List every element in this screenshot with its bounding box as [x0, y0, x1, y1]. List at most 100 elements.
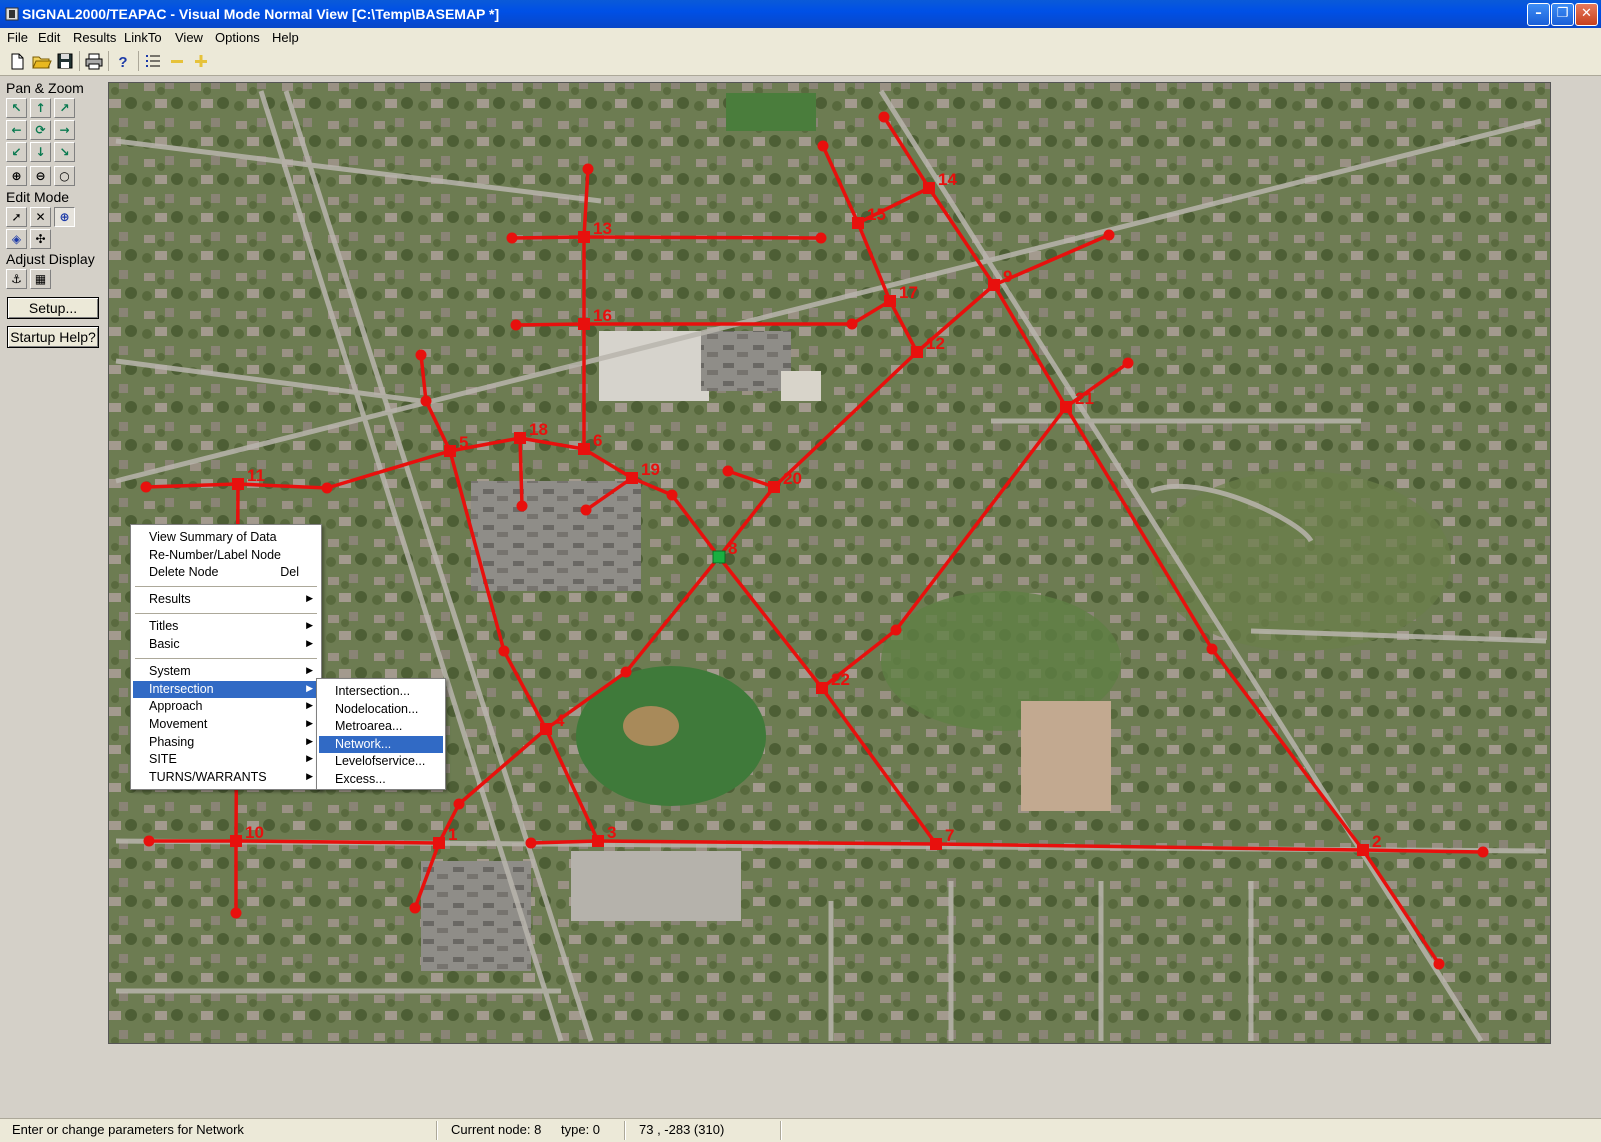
- minimize-button[interactable]: –: [1527, 3, 1550, 26]
- link-endpoint[interactable]: [582, 163, 594, 175]
- menu-item-excess[interactable]: Excess...: [319, 771, 443, 788]
- node-12[interactable]: [911, 346, 923, 358]
- menu-item-delete-node[interactable]: Delete Node Del: [133, 564, 319, 581]
- link-endpoint[interactable]: [525, 837, 537, 849]
- link-endpoint[interactable]: [846, 318, 858, 330]
- menu-item-network[interactable]: Network...: [319, 735, 443, 753]
- zoom-out-icon[interactable]: ⊖: [30, 166, 51, 186]
- node-14[interactable]: [923, 182, 935, 194]
- menu-options[interactable]: Options: [215, 30, 260, 45]
- node-11[interactable]: [232, 478, 244, 490]
- link-endpoint[interactable]: [722, 465, 734, 477]
- zoom-in-icon[interactable]: ⊕: [6, 166, 27, 186]
- menu-item-turns-warrants[interactable]: TURNS/WARRANTS ▶: [133, 769, 319, 786]
- network-link[interactable]: [530, 839, 599, 845]
- menu-item-intersection[interactable]: Intersection ▶: [133, 680, 319, 698]
- link-endpoint[interactable]: [815, 232, 827, 244]
- link-endpoint[interactable]: [1103, 229, 1115, 241]
- menu-item-metroarea[interactable]: Metroarea...: [319, 718, 443, 735]
- close-button[interactable]: ✕: [1575, 3, 1598, 26]
- menu-item-titles[interactable]: Titles ▶: [133, 618, 319, 635]
- link-endpoint[interactable]: [230, 907, 242, 919]
- node-10[interactable]: [230, 835, 242, 847]
- link-endpoint[interactable]: [453, 798, 465, 810]
- link-endpoint[interactable]: [506, 232, 518, 244]
- help-icon[interactable]: ?: [112, 51, 134, 71]
- menu-item-site[interactable]: SITE ▶: [133, 751, 319, 768]
- network-link[interactable]: [235, 839, 440, 845]
- node-21[interactable]: [1060, 401, 1072, 413]
- link-endpoint[interactable]: [415, 349, 427, 361]
- link-tool-icon[interactable]: ✕: [30, 207, 51, 227]
- pan-up-right-icon[interactable]: ↗: [54, 98, 75, 118]
- pan-down-left-icon[interactable]: ↙: [6, 142, 27, 162]
- menu-item-phasing[interactable]: Phasing ▶: [133, 734, 319, 751]
- open-folder-icon[interactable]: [30, 51, 52, 71]
- link-endpoint[interactable]: [1477, 846, 1489, 858]
- zoom-fit-icon[interactable]: ○: [54, 166, 75, 186]
- node-2[interactable]: [1357, 844, 1369, 856]
- plus-icon[interactable]: [190, 51, 212, 71]
- link-endpoint[interactable]: [878, 111, 890, 123]
- node-1[interactable]: [433, 837, 445, 849]
- node-17[interactable]: [884, 295, 896, 307]
- pan-down-right-icon[interactable]: ↘: [54, 142, 75, 162]
- pan-down-icon[interactable]: ↓: [30, 142, 51, 162]
- link-endpoint[interactable]: [143, 835, 155, 847]
- print-icon[interactable]: [83, 51, 105, 71]
- node-5[interactable]: [444, 445, 456, 457]
- pan-right-icon[interactable]: →: [54, 120, 75, 140]
- new-file-icon[interactable]: [6, 51, 28, 71]
- menu-item-approach[interactable]: Approach ▶: [133, 698, 319, 715]
- node-9[interactable]: [988, 279, 1000, 291]
- menu-item-levelofservice[interactable]: Levelofservice...: [319, 753, 443, 770]
- link-endpoint[interactable]: [409, 902, 421, 914]
- node-19[interactable]: [626, 472, 638, 484]
- network-link[interactable]: [518, 437, 524, 507]
- node-8[interactable]: [712, 550, 726, 564]
- link-endpoint[interactable]: [580, 504, 592, 516]
- zoom-select-icon[interactable]: ⊕: [54, 207, 75, 227]
- menu-item-results[interactable]: Results ▶: [133, 591, 319, 608]
- startup-help-button[interactable]: Startup Help?: [7, 326, 99, 348]
- menu-item-movement[interactable]: Movement ▶: [133, 716, 319, 733]
- pan-up-icon[interactable]: ↑: [30, 98, 51, 118]
- menu-results[interactable]: Results: [73, 30, 116, 45]
- intersection-submenu[interactable]: Intersection... Nodelocation... Metroarea.…: [316, 678, 446, 790]
- link-endpoint[interactable]: [140, 481, 152, 493]
- menu-item-view-summary-of-data[interactable]: View Summary of Data: [133, 529, 319, 546]
- recenter-icon[interactable]: ⟳: [30, 120, 51, 140]
- node-3[interactable]: [592, 835, 604, 847]
- link-endpoint[interactable]: [1122, 357, 1134, 369]
- network-link[interactable]: [515, 322, 585, 327]
- node-20[interactable]: [768, 481, 780, 493]
- restore-button[interactable]: ❐: [1551, 3, 1574, 26]
- link-endpoint[interactable]: [510, 319, 522, 331]
- link-endpoint[interactable]: [516, 500, 528, 512]
- menu-linkto[interactable]: LinkTo: [124, 30, 162, 45]
- network-link[interactable]: [511, 235, 585, 240]
- node-13[interactable]: [578, 231, 590, 243]
- link-endpoint[interactable]: [321, 482, 333, 494]
- link-endpoint[interactable]: [1206, 643, 1218, 655]
- move-tool-icon[interactable]: ✣: [30, 229, 51, 249]
- save-icon[interactable]: [54, 51, 76, 71]
- pan-up-left-icon[interactable]: ↖: [6, 98, 27, 118]
- node-15[interactable]: [852, 217, 864, 229]
- menu-edit[interactable]: Edit: [38, 30, 60, 45]
- link-endpoint[interactable]: [1433, 958, 1445, 970]
- node-context-menu[interactable]: View Summary of Data Re-Number/Label Node…: [130, 524, 322, 790]
- menu-item-re-number-label-node[interactable]: Re-Number/Label Node: [133, 547, 319, 564]
- network-link[interactable]: [583, 235, 822, 240]
- menu-file[interactable]: File: [7, 30, 28, 45]
- node-16[interactable]: [578, 318, 590, 330]
- node-18[interactable]: [514, 432, 526, 444]
- select-pointer-icon[interactable]: ➚: [6, 207, 27, 227]
- node-tool-icon[interactable]: ◈: [6, 229, 27, 249]
- link-endpoint[interactable]: [817, 140, 829, 152]
- grid-scale-icon[interactable]: ▦: [30, 269, 51, 289]
- map-view[interactable]: 1 2 3 4 5 6 7 8 9 10 11 12 13 14 15 16 17 18 19 20 21 22: [108, 82, 1551, 1044]
- aerial-map[interactable]: 1 2345 678910111213141516171819 202122: [109, 83, 1551, 1044]
- node-22[interactable]: [816, 682, 828, 694]
- list-icon[interactable]: [142, 51, 164, 71]
